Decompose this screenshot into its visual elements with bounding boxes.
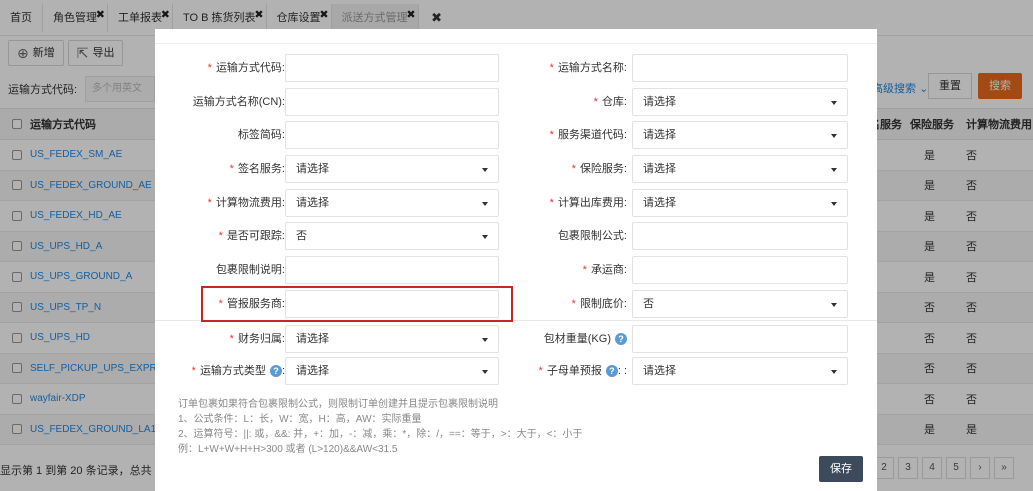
code-label: * 运输方式代码: bbox=[207, 62, 285, 74]
tag-label: 标签简码: bbox=[237, 129, 285, 141]
warehouse-select[interactable]: 请选择 bbox=[632, 88, 848, 116]
channel-label: * 服务渠道代码: bbox=[549, 129, 627, 141]
type-select[interactable]: 请选择 bbox=[285, 357, 499, 385]
weight-label: 包材重量(KG)? bbox=[544, 325, 627, 353]
insurance-select[interactable]: 请选择 bbox=[632, 155, 848, 183]
name-cn-input[interactable] bbox=[285, 88, 499, 116]
form-row: * 计算物流费用: 请选择 * 计算出库费用: 请选择 bbox=[155, 189, 877, 217]
formula-note: 2、运算符号：||: 或，&&: 并，+：加，-：减，乘：*，除：/，==：等于… bbox=[178, 429, 583, 440]
name-cn-label: 运输方式名称(CN): bbox=[192, 96, 285, 108]
child-order-select[interactable]: 请选择 bbox=[632, 357, 848, 385]
form-row: 包裹限制说明: * 承运商: bbox=[155, 256, 877, 284]
outbound-fee-label: * 计算出库费用: bbox=[549, 197, 627, 209]
name-label: * 运输方式名称: bbox=[549, 62, 627, 74]
logistics-fee-select[interactable]: 请选择 bbox=[285, 189, 499, 217]
trackable-label: * 是否可跟踪: bbox=[218, 230, 285, 242]
form-row: 标签简码: * 服务渠道代码: 请选择 bbox=[155, 121, 877, 149]
carrier-label: * 承运商: bbox=[582, 264, 627, 276]
outbound-fee-select[interactable]: 请选择 bbox=[632, 189, 848, 217]
limit-formula-label: 包裹限制公式: bbox=[557, 230, 627, 242]
min-price-select[interactable]: 否 bbox=[632, 290, 848, 318]
limit-note-input[interactable] bbox=[285, 256, 499, 284]
limit-formula-input[interactable] bbox=[632, 222, 848, 250]
limit-note-label: 包裹限制说明: bbox=[215, 264, 285, 276]
formula-note: 1、公式条件：L：长，W：宽，H：高，AW：实际重量 bbox=[178, 414, 422, 425]
code-input[interactable] bbox=[285, 54, 499, 82]
form-row: * 运输方式代码: * 运输方式名称: bbox=[155, 54, 877, 82]
type-label: * 运输方式类型?: bbox=[191, 365, 285, 378]
form-row: 运输方式名称(CN): * 仓库: 请选择 bbox=[155, 88, 877, 116]
name-input[interactable] bbox=[632, 54, 848, 82]
finance-label: * 财务归属: bbox=[229, 333, 285, 345]
logistics-fee-label: * 计算物流费用: bbox=[207, 197, 285, 209]
child-order-label: * 子母单预报?: : bbox=[538, 365, 627, 378]
tag-input[interactable] bbox=[285, 121, 499, 149]
form-row: * 签名服务: 请选择 * 保险服务: 请选择 bbox=[155, 155, 877, 183]
formula-note: 订单包裹如果符合包裹限制公式，则限制订单创建并且提示包裹限制说明 bbox=[178, 399, 498, 410]
insurance-label: * 保险服务: bbox=[571, 163, 627, 175]
min-price-label: * 限制底价: bbox=[571, 298, 627, 310]
weight-input[interactable] bbox=[632, 325, 848, 353]
sign-label: * 签名服务: bbox=[229, 163, 285, 175]
form-row: * 财务归属: 请选择 包材重量(KG)? bbox=[155, 325, 877, 353]
form-row: * 运输方式类型?: 请选择 * 子母单预报?: : 请选择 bbox=[155, 357, 877, 385]
save-button[interactable]: 保存 bbox=[819, 456, 863, 482]
help-icon[interactable]: ? bbox=[605, 365, 618, 378]
warehouse-label: * 仓库: bbox=[593, 96, 627, 108]
help-icon[interactable]: ? bbox=[269, 365, 282, 378]
channel-select[interactable]: 请选择 bbox=[632, 121, 848, 149]
sign-select[interactable]: 请选择 bbox=[285, 155, 499, 183]
finance-select[interactable]: 请选择 bbox=[285, 325, 499, 353]
carrier-input[interactable] bbox=[632, 256, 848, 284]
modal-header-divider bbox=[155, 43, 877, 44]
trackable-select[interactable]: 否 bbox=[285, 222, 499, 250]
form-row: * 是否可跟踪: 否 包裹限制公式: bbox=[155, 222, 877, 250]
highlight-box bbox=[201, 286, 513, 322]
formula-note: 例：L+W+W+H+H>300 或者 (L>120)&&AW<31.5 bbox=[178, 444, 398, 455]
help-icon[interactable]: ? bbox=[615, 333, 627, 346]
